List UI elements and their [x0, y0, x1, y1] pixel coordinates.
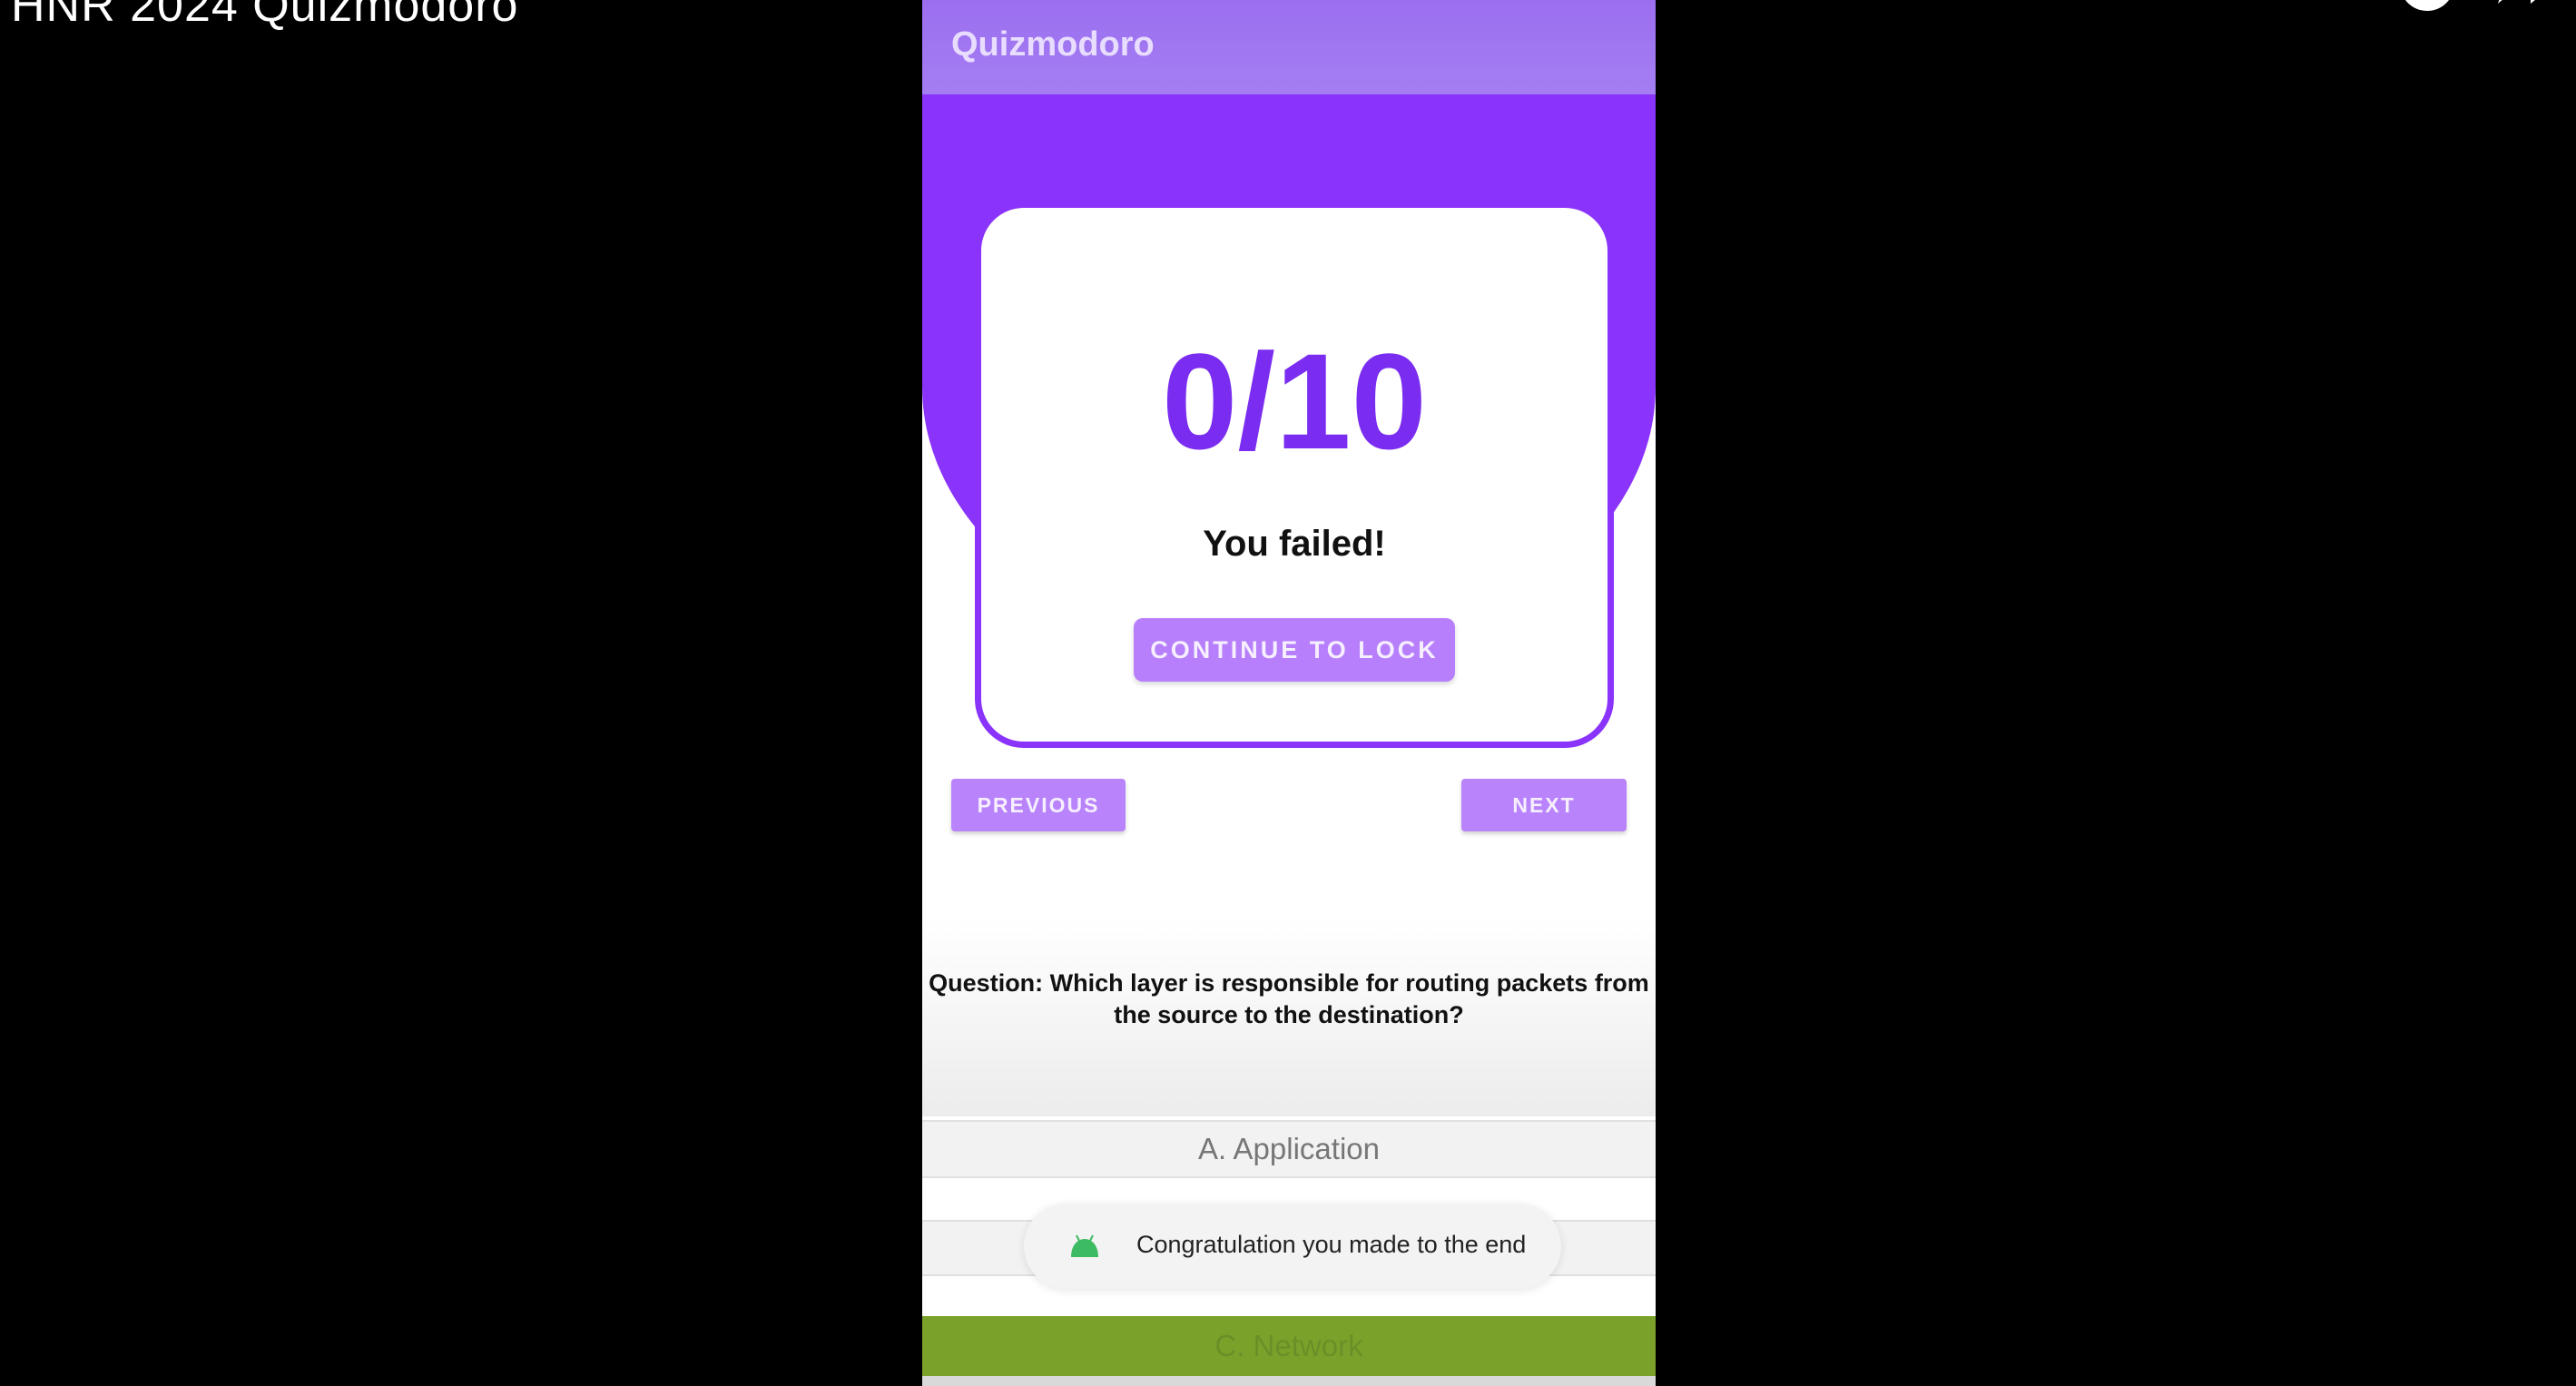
share-icon[interactable]	[2494, 0, 2552, 24]
result-message: You failed!	[1203, 524, 1386, 564]
app-title: Quizmodoro	[951, 25, 1155, 64]
continue-to-lock-button[interactable]: CONTINUE TO LOCK	[1134, 618, 1455, 682]
previous-button[interactable]: PREVIOUS	[951, 779, 1126, 831]
phone-screen: Quizmodoro 0/10 You failed! CONTINUE TO …	[922, 0, 1656, 1386]
video-title: HNR 2024 Quizmodoro	[11, 0, 519, 32]
next-button[interactable]: NEXT	[1461, 779, 1627, 831]
app-bar: Quizmodoro	[922, 0, 1656, 94]
score-value: 0/10	[1162, 325, 1427, 477]
toast-notification: Congratulation you made to the end	[1024, 1204, 1561, 1289]
android-icon	[1069, 1234, 1100, 1259]
next-option-edge	[922, 1376, 1656, 1386]
clock-icon[interactable]	[2398, 0, 2456, 24]
question-text: Question: Which layer is responsible for…	[929, 969, 1649, 1028]
option-a[interactable]: A. Application	[922, 1120, 1656, 1178]
option-c[interactable]: C. Network	[922, 1316, 1656, 1376]
toast-message: Congratulation you made to the end	[1136, 1231, 1527, 1258]
score-card: 0/10 You failed! CONTINUE TO LOCK	[975, 202, 1614, 748]
